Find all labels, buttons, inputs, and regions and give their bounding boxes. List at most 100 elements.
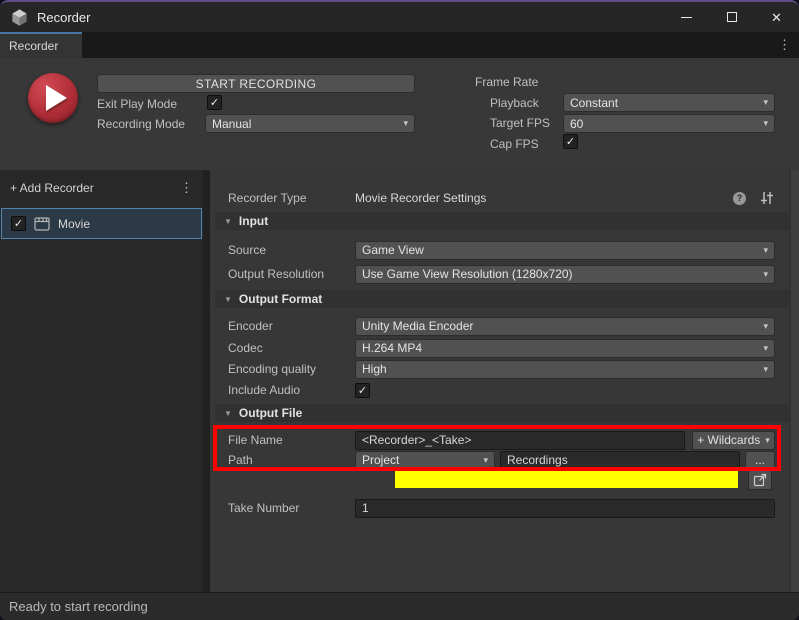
tab-label: Recorder [9, 39, 58, 53]
include-audio-checkbox[interactable]: ✓ [355, 383, 370, 398]
minimize-icon [681, 17, 692, 18]
file-name-input[interactable] [355, 431, 685, 450]
chevron-down-icon: ▾ [759, 321, 768, 332]
browse-button[interactable]: ... [745, 451, 775, 470]
file-name-label: File Name [228, 433, 355, 447]
include-audio-label: Include Audio [228, 383, 355, 397]
close-icon: ✕ [771, 11, 782, 24]
tab-recorder[interactable]: Recorder [0, 32, 82, 58]
chevron-down-icon: ▾ [765, 435, 770, 446]
take-number-input[interactable] [355, 499, 775, 518]
recorder-settings-panel: Recorder Type Movie Recorder Settings ? … [210, 170, 799, 592]
chevron-down-icon: ▾ [399, 118, 408, 129]
tabbar: Recorder ⋮ [0, 32, 799, 58]
recorder-list-sidebar: + Add Recorder ⋮ ✓ Movie [0, 170, 210, 592]
recorder-item-label: Movie [58, 217, 90, 231]
cap-fps-label: Cap FPS [490, 137, 539, 151]
exit-play-mode-label: Exit Play Mode [97, 97, 177, 111]
codec-label: Codec [228, 341, 355, 355]
titlebar: Recorder ✕ [0, 2, 799, 32]
section-header-output-file[interactable]: ▼ Output File [215, 404, 790, 422]
minimize-button[interactable] [664, 2, 709, 32]
source-label: Source [228, 243, 355, 257]
check-icon: ✓ [358, 384, 367, 397]
chevron-down-icon: ▾ [759, 97, 768, 108]
foldout-triangle-icon: ▼ [224, 295, 232, 304]
movie-enabled-checkbox[interactable]: ✓ [11, 216, 26, 231]
wildcards-button[interactable]: + Wildcards ▾ [692, 431, 775, 450]
open-output-location-button[interactable] [748, 470, 772, 490]
section-header-output-format[interactable]: ▼ Output Format [215, 290, 790, 308]
recorder-type-label: Recorder Type [228, 191, 355, 205]
unity-logo-icon [10, 8, 29, 27]
maximize-button[interactable] [709, 2, 754, 32]
codec-dropdown[interactable]: H.264 MP4 ▾ [355, 339, 775, 358]
path-root-dropdown[interactable]: Project ▾ [355, 451, 495, 470]
section-header-input[interactable]: ▼ Input [215, 212, 790, 230]
start-recording-button[interactable]: START RECORDING [97, 74, 415, 93]
take-number-row: Take Number [210, 498, 775, 518]
maximize-icon [727, 12, 737, 22]
check-icon: ✓ [14, 217, 23, 230]
open-external-icon [753, 473, 767, 487]
window-controls: ✕ [664, 2, 799, 32]
output-resolution-row: Output Resolution Use Game View Resoluti… [210, 264, 775, 284]
path-row: Path Project ▾ ... [210, 450, 775, 470]
output-resolution-dropdown[interactable]: Use Game View Resolution (1280x720) ▾ [355, 265, 775, 284]
recording-mode-dropdown[interactable]: Manual ▾ [205, 114, 415, 133]
codec-row: Codec H.264 MP4 ▾ [210, 338, 775, 358]
encoding-quality-label: Encoding quality [228, 362, 355, 376]
encoder-label: Encoder [228, 319, 355, 333]
window-title: Recorder [37, 10, 90, 25]
close-button[interactable]: ✕ [754, 2, 799, 32]
path-label: Path [228, 453, 355, 467]
playback-dropdown[interactable]: Constant ▾ [563, 93, 775, 112]
check-icon: ✓ [566, 135, 575, 148]
encoder-row: Encoder Unity Media Encoder ▾ [210, 316, 775, 336]
exit-play-mode-checkbox[interactable]: ✓ [207, 95, 222, 110]
chevron-down-icon: ▾ [759, 245, 768, 256]
preset-sliders-icon[interactable] [759, 191, 775, 205]
output-path-preview-row [210, 470, 772, 490]
encoder-dropdown[interactable]: Unity Media Encoder ▾ [355, 317, 775, 336]
recorder-list-kebab-icon[interactable]: ⋮ [180, 180, 193, 196]
recorder-type-value: Movie Recorder Settings [355, 191, 728, 205]
recorder-window: Recorder ✕ Recorder ⋮ START RECORDING Ex… [0, 0, 799, 620]
chevron-down-icon: ▾ [479, 455, 488, 466]
statusbar: Ready to start recording [0, 592, 799, 620]
toolbar: START RECORDING Exit Play Mode ✓ Recordi… [0, 58, 799, 170]
target-fps-label: Target FPS [490, 116, 550, 130]
frame-rate-title: Frame Rate [475, 75, 538, 89]
include-audio-row: Include Audio ✓ [210, 380, 775, 400]
status-message: Ready to start recording [9, 599, 148, 614]
encoding-quality-row: Encoding quality High ▾ [210, 359, 775, 379]
check-icon: ✓ [210, 96, 219, 109]
path-input[interactable] [500, 451, 740, 470]
help-icon[interactable]: ? [733, 192, 746, 205]
chevron-down-icon: ▾ [759, 343, 768, 354]
cap-fps-checkbox[interactable]: ✓ [563, 134, 578, 149]
source-row: Source Game View ▾ [210, 240, 775, 260]
foldout-triangle-icon: ▼ [224, 409, 232, 418]
output-resolution-label: Output Resolution [228, 267, 355, 281]
movie-clip-icon [34, 217, 50, 231]
playback-label: Playback [490, 96, 539, 110]
take-number-label: Take Number [228, 501, 355, 515]
file-name-row: File Name + Wildcards ▾ [210, 430, 775, 450]
target-fps-dropdown[interactable]: 60 ▾ [563, 114, 775, 133]
play-icon [46, 85, 67, 111]
recording-mode-label: Recording Mode [97, 117, 185, 131]
recorder-list-item-movie[interactable]: ✓ Movie [1, 208, 202, 239]
add-recorder-row: + Add Recorder ⋮ [0, 170, 203, 206]
source-dropdown[interactable]: Game View ▾ [355, 241, 775, 260]
encoding-quality-dropdown[interactable]: High ▾ [355, 360, 775, 379]
tab-menu-kebab-icon[interactable]: ⋮ [778, 37, 791, 53]
foldout-triangle-icon: ▼ [224, 217, 232, 226]
record-play-button[interactable] [28, 73, 78, 123]
chevron-down-icon: ▾ [759, 269, 768, 280]
recorder-type-row: Recorder Type Movie Recorder Settings ? [210, 188, 775, 208]
add-recorder-button[interactable]: + Add Recorder [10, 181, 94, 195]
chevron-down-icon: ▾ [759, 118, 768, 129]
chevron-down-icon: ▾ [759, 364, 768, 375]
vertical-scrollbar[interactable] [790, 170, 799, 592]
